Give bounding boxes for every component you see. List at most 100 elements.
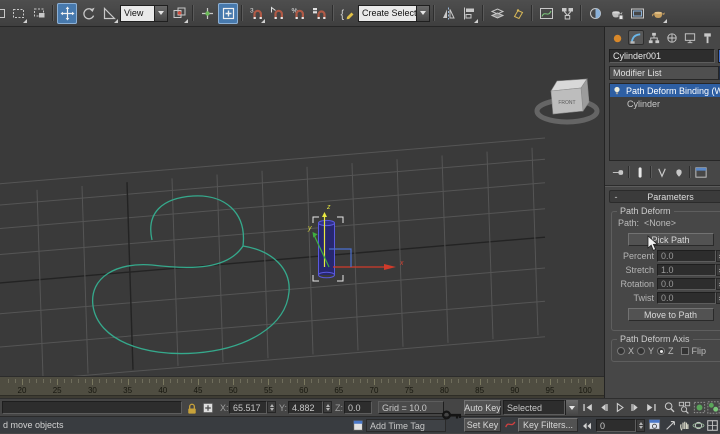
render-setup-button[interactable]: [606, 3, 626, 24]
key-mode-toggle-button[interactable]: [580, 418, 593, 433]
pan-view-button[interactable]: [677, 418, 692, 433]
coord-x-spinner[interactable]: [267, 401, 276, 413]
next-frame-button[interactable]: [628, 400, 643, 415]
rendered-frame-window-button[interactable]: [627, 3, 647, 24]
axis-x-radio[interactable]: [617, 347, 625, 355]
zoom-all-button[interactable]: [677, 400, 692, 415]
previous-frame-button[interactable]: [596, 400, 611, 415]
window-crossing-button[interactable]: [29, 3, 49, 24]
tab-utilities[interactable]: [700, 30, 716, 45]
status-bar-area: X: 65.517 Y: 4.882 Z: 0.0 Grid = 10.0 Au…: [0, 398, 720, 433]
auto-key-button[interactable]: Auto Key: [464, 400, 501, 415]
configure-modifier-sets-button[interactable]: [694, 165, 708, 180]
percent-spinner[interactable]: [716, 250, 720, 262]
play-button[interactable]: [612, 400, 627, 415]
perspective-viewport[interactable]: z y x FRONT: [0, 27, 604, 376]
select-and-manipulate-button[interactable]: [197, 3, 217, 24]
modifier-list-dropdown[interactable]: Modifier List: [609, 66, 720, 80]
toolbar-separator: [241, 5, 243, 21]
rollout-collapse-icon[interactable]: -: [610, 192, 622, 202]
stretch-spinner[interactable]: [716, 264, 720, 276]
remove-modifier-button[interactable]: [672, 165, 686, 180]
tab-create[interactable]: [610, 30, 626, 45]
default-tangent-button[interactable]: [504, 418, 517, 431]
select-and-move-button[interactable]: [57, 2, 77, 24]
clipped-toolbar-button[interactable]: [0, 3, 7, 24]
make-unique-button[interactable]: [655, 165, 669, 180]
timeline-tick: [176, 379, 178, 383]
viewcube[interactable]: FRONT: [534, 78, 600, 125]
time-configuration-button[interactable]: [648, 418, 661, 431]
keyboard-shortcut-override-button[interactable]: [218, 2, 238, 24]
twist-spinner[interactable]: [716, 292, 720, 304]
object-name-field[interactable]: Cylinder001: [609, 49, 716, 63]
angle-snap-button[interactable]: [267, 3, 287, 24]
tab-modify[interactable]: [628, 30, 644, 45]
frame-spinner[interactable]: [636, 419, 645, 432]
percent-snap-button[interactable]: %: [288, 3, 308, 24]
axis-z-radio[interactable]: [657, 347, 666, 355]
edit-named-selection-sets-button[interactable]: {: [337, 3, 357, 24]
pin-stack-button[interactable]: [611, 165, 625, 180]
show-end-result-button[interactable]: [633, 165, 647, 180]
tab-hierarchy[interactable]: [646, 30, 662, 45]
rectangular-selection-region-button[interactable]: [8, 3, 28, 24]
stretch-field[interactable]: 1.0: [657, 264, 717, 276]
zoom-extents-button[interactable]: [692, 400, 707, 415]
layer-manager-button[interactable]: [487, 3, 507, 24]
key-mode-dropdown-arrow[interactable]: [565, 400, 578, 415]
use-pivot-point-center-button[interactable]: [169, 3, 189, 24]
coord-x-field[interactable]: 65.517: [229, 401, 267, 414]
coord-y-spinner[interactable]: [323, 401, 332, 413]
selection-lock-button[interactable]: [185, 401, 199, 415]
flip-checkbox[interactable]: [680, 347, 689, 355]
add-time-tag-field[interactable]: Add Time Tag: [366, 419, 446, 432]
snap-toggle-3d-button[interactable]: 3: [246, 3, 266, 24]
set-key-button[interactable]: Set Key: [464, 418, 501, 432]
key-mode-dropdown[interactable]: Selected: [503, 400, 565, 415]
parameters-rollout-header[interactable]: - Parameters: [609, 190, 720, 203]
3dsmax-window: { "toolbar": { "view_dropdown_value": "V…: [0, 0, 720, 434]
named-selection-sets-dropdown[interactable]: Create Selection Set: [358, 4, 430, 22]
set-key-lock-icon[interactable]: [441, 405, 463, 425]
render-production-button[interactable]: [648, 3, 668, 24]
absolute-mode-transform-button[interactable]: [201, 401, 215, 415]
rotation-spinner[interactable]: [716, 278, 720, 290]
modifier-stack-row[interactable]: Path Deform Binding (WS: [610, 84, 720, 97]
tab-motion[interactable]: [664, 30, 680, 45]
mirror-button[interactable]: [438, 3, 458, 24]
key-filters-button[interactable]: Key Filters...: [518, 418, 578, 432]
schematic-view-button[interactable]: [557, 3, 577, 24]
lightbulb-icon[interactable]: [612, 85, 624, 97]
go-to-end-button[interactable]: [644, 400, 659, 415]
spinner-snap-button[interactable]: [309, 3, 329, 24]
material-editor-button[interactable]: [585, 3, 605, 24]
coord-z-field[interactable]: 0.0: [344, 401, 372, 414]
twist-field[interactable]: 0.0: [657, 292, 717, 304]
rotation-field[interactable]: 0.0: [657, 278, 717, 290]
graphite-modeling-tools-button[interactable]: [508, 3, 528, 24]
dropdown-arrow-icon[interactable]: [154, 5, 167, 21]
select-and-rotate-button[interactable]: [78, 3, 98, 24]
select-and-scale-button[interactable]: [99, 3, 119, 24]
time-slider-ruler[interactable]: 20 25 30 35 40 45 50 55 60 65 70 75 80 85 90 95 100: [0, 376, 604, 398]
zoom-region-button[interactable]: [663, 418, 678, 433]
go-to-start-button[interactable]: [580, 400, 595, 415]
coord-y-field[interactable]: 4.882: [288, 401, 323, 414]
percent-field[interactable]: 0.0: [657, 250, 717, 262]
move-to-path-button[interactable]: Move to Path: [627, 308, 714, 321]
reference-coordinate-system-dropdown[interactable]: View: [120, 4, 168, 22]
tab-display[interactable]: [682, 30, 698, 45]
zoom-button[interactable]: [662, 400, 677, 415]
modifier-stack-row[interactable]: Cylinder: [610, 97, 720, 110]
curve-editor-button[interactable]: [536, 3, 556, 24]
zoom-extents-all-button[interactable]: [706, 400, 720, 415]
dropdown-arrow-icon[interactable]: [416, 5, 429, 21]
axis-y-radio[interactable]: [637, 347, 646, 355]
current-frame-field[interactable]: 0: [596, 419, 636, 432]
pick-path-button[interactable]: Pick Path: [627, 233, 714, 246]
maximize-viewport-button[interactable]: [705, 418, 720, 433]
spline-path-object[interactable]: [92, 195, 290, 355]
align-button[interactable]: [459, 3, 479, 24]
orbit-button[interactable]: [691, 418, 706, 433]
